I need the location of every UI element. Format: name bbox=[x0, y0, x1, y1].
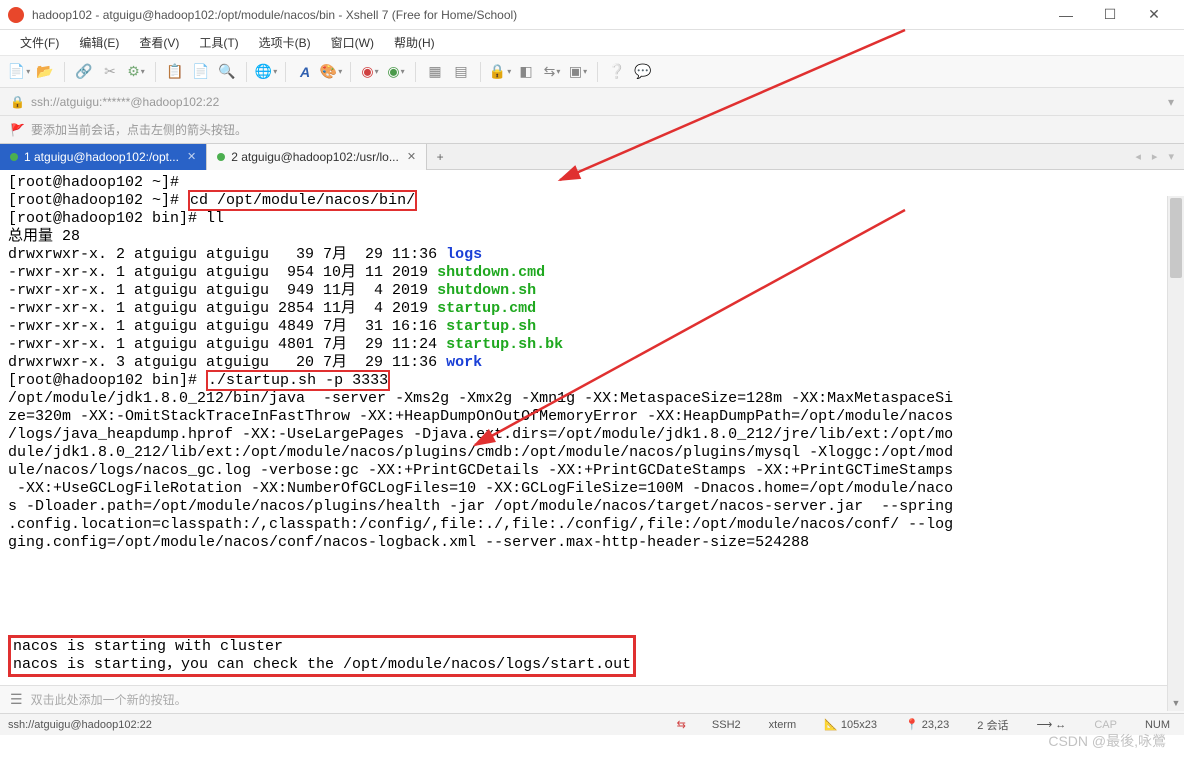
split-icon[interactable]: ▣ bbox=[567, 61, 589, 83]
sidebar-icon[interactable]: ◧ bbox=[515, 61, 537, 83]
highlighted-output-box: nacos is starting with cluster nacos is … bbox=[8, 635, 636, 677]
menu-file[interactable]: 文件(F) bbox=[12, 31, 67, 54]
hint-text: 要添加当前会话，点击左侧的箭头按钮。 bbox=[31, 121, 247, 138]
terminal-scrollbar[interactable]: ▲ ▼ bbox=[1167, 196, 1184, 711]
lock-icon: 🔒 bbox=[10, 95, 25, 109]
scroll-down-icon[interactable]: ▼ bbox=[1168, 695, 1184, 711]
tab-1-label: 1 atguigu@hadoop102:/opt... bbox=[24, 150, 179, 164]
statusbar: ssh://atguigu@hadoop102:22 ⇆ SSH2 xterm … bbox=[0, 713, 1184, 735]
hintbar: 🚩 要添加当前会话，点击左侧的箭头按钮。 bbox=[0, 116, 1184, 144]
terminal-output[interactable]: [root@hadoop102 ~]#[root@hadoop102 ~]# c… bbox=[0, 170, 1184, 685]
flag-icon: 🚩 bbox=[10, 123, 25, 137]
paste-icon[interactable]: 📄 bbox=[190, 61, 212, 83]
green-highlight-icon[interactable]: ◉ bbox=[385, 61, 407, 83]
status-num: NUM bbox=[1139, 719, 1176, 731]
feedback-icon[interactable]: 💬 bbox=[632, 61, 654, 83]
tile-icon[interactable]: ▦ bbox=[424, 61, 446, 83]
tunnel-icon[interactable]: ⇆ bbox=[541, 61, 563, 83]
address-dropdown-icon[interactable]: ▾ bbox=[1168, 95, 1174, 109]
hamburger-icon[interactable]: ☰ bbox=[10, 691, 23, 708]
menu-tools[interactable]: 工具(T) bbox=[191, 31, 246, 54]
tab-2-label: 2 atguigu@hadoop102:/usr/lo... bbox=[231, 150, 399, 164]
status-cap: CAP bbox=[1088, 719, 1123, 731]
status-trail: ⟶ ↔ bbox=[1030, 718, 1072, 731]
status-cursor: 📍 23,23 bbox=[899, 718, 955, 731]
font-icon[interactable]: A bbox=[294, 61, 316, 83]
status-term: xterm bbox=[763, 719, 803, 731]
status-connection: ssh://atguigu@hadoop102:22 bbox=[8, 719, 661, 731]
menubar: 文件(F) 编辑(E) 查看(V) 工具(T) 选项卡(B) 窗口(W) 帮助(… bbox=[0, 30, 1184, 56]
maximize-button[interactable]: ☐ bbox=[1088, 1, 1132, 29]
red-highlight-icon[interactable]: ◉ bbox=[359, 61, 381, 83]
address-text[interactable]: ssh://atguigu:******@hadoop102:22 bbox=[31, 95, 1168, 109]
menu-edit[interactable]: 编辑(E) bbox=[71, 31, 127, 54]
tab-close-icon[interactable]: ✕ bbox=[187, 150, 196, 163]
copy-icon[interactable]: 📋 bbox=[164, 61, 186, 83]
menu-window[interactable]: 窗口(W) bbox=[323, 31, 382, 54]
color-icon[interactable]: 🎨 bbox=[320, 61, 342, 83]
tab-nav-arrows[interactable]: ◂ ▸ ▾ bbox=[1135, 150, 1178, 163]
quick-button-bar: ☰ 双击此处添加一个新的按钮。 bbox=[0, 685, 1184, 713]
status-size: 📐 105x23 bbox=[818, 718, 883, 731]
tab-add-button[interactable]: + bbox=[427, 144, 453, 170]
scroll-thumb[interactable] bbox=[1170, 198, 1182, 278]
addressbar: 🔒 ssh://atguigu:******@hadoop102:22 ▾ bbox=[0, 88, 1184, 116]
new-session-icon[interactable]: 📄 bbox=[8, 61, 30, 83]
tab-1[interactable]: 1 atguigu@hadoop102:/opt... ✕ bbox=[0, 144, 207, 170]
titlebar: hadoop102 - atguigu@hadoop102:/opt/modul… bbox=[0, 0, 1184, 30]
toolbar: 📄 📂 🔗 ✂ ⚙ 📋 📄 🔍 🌐 A 🎨 ◉ ◉ ▦ ▤ 🔒 ◧ ⇆ ▣ ❔ … bbox=[0, 56, 1184, 88]
menu-tab[interactable]: 选项卡(B) bbox=[251, 31, 319, 54]
add-button-hint[interactable]: 双击此处添加一个新的按钮。 bbox=[31, 691, 187, 708]
close-button[interactable]: ✕ bbox=[1132, 1, 1176, 29]
open-icon[interactable]: 📂 bbox=[34, 61, 56, 83]
minimize-button[interactable]: — bbox=[1044, 1, 1088, 29]
status-ssh: SSH2 bbox=[706, 719, 747, 731]
app-logo-icon bbox=[8, 7, 24, 23]
xftp-icon: ⇆ bbox=[677, 718, 686, 731]
reconnect-icon[interactable]: 🔗 bbox=[73, 61, 95, 83]
menu-help[interactable]: 帮助(H) bbox=[386, 31, 443, 54]
cascade-icon[interactable]: ▤ bbox=[450, 61, 472, 83]
status-dot-icon bbox=[217, 153, 225, 161]
tabbar: 1 atguigu@hadoop102:/opt... ✕ 2 atguigu@… bbox=[0, 144, 1184, 170]
tab-2[interactable]: 2 atguigu@hadoop102:/usr/lo... ✕ bbox=[207, 144, 427, 170]
disconnect-icon[interactable]: ✂ bbox=[99, 61, 121, 83]
window-title: hadoop102 - atguigu@hadoop102:/opt/modul… bbox=[32, 8, 1044, 22]
tab-close-icon[interactable]: ✕ bbox=[407, 150, 416, 163]
find-icon[interactable]: 🔍 bbox=[216, 61, 238, 83]
globe-icon[interactable]: 🌐 bbox=[255, 61, 277, 83]
help-icon[interactable]: ❔ bbox=[606, 61, 628, 83]
status-dot-icon bbox=[10, 153, 18, 161]
properties-icon[interactable]: ⚙ bbox=[125, 61, 147, 83]
status-sessions: 2 会话 bbox=[971, 717, 1014, 733]
menu-view[interactable]: 查看(V) bbox=[131, 31, 187, 54]
lock-session-icon[interactable]: 🔒 bbox=[489, 61, 511, 83]
